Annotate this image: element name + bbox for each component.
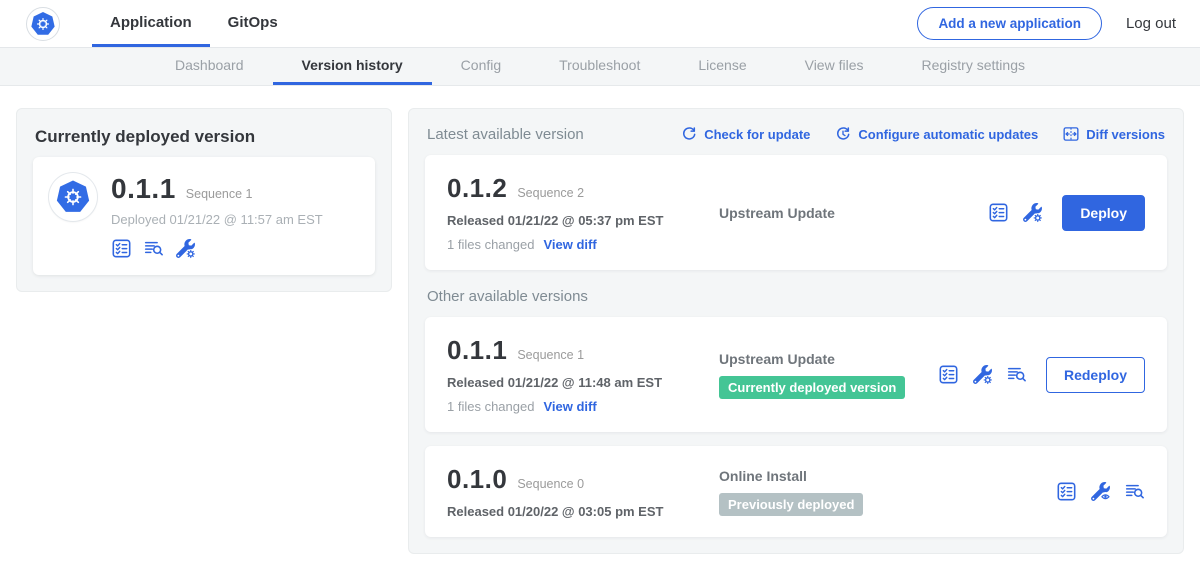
subnav-item-config[interactable]: Config <box>432 48 530 85</box>
configure-automatic-updates-link[interactable]: Configure automatic updates <box>834 125 1038 143</box>
version-source-label: Upstream Update <box>719 205 988 221</box>
panel-actions: Check for update Configure automatic upd… <box>680 125 1165 143</box>
currently-deployed-title: Currently deployed version <box>33 123 375 157</box>
files-changed-label: 1 files changed <box>447 237 534 252</box>
edit-config-icon[interactable] <box>1022 202 1043 223</box>
released-timestamp: Released 01/20/22 @ 03:05 pm EST <box>447 504 709 519</box>
top-tab-gitops[interactable]: GitOps <box>210 0 296 47</box>
main-content: Currently deployed version 0.1.1 Sequenc… <box>0 86 1200 554</box>
kubernetes-logo <box>26 7 60 41</box>
diff-icon <box>1062 125 1080 143</box>
top-tab-application[interactable]: Application <box>92 0 210 47</box>
other-versions-title: Other available versions <box>425 270 1167 317</box>
view-diff-link[interactable]: View diff <box>543 237 596 252</box>
subnav: DashboardVersion historyConfigTroublesho… <box>0 48 1200 86</box>
deployed-sequence-label: Sequence 1 <box>186 187 253 201</box>
subnav-item-registry-settings[interactable]: Registry settings <box>893 48 1054 85</box>
preflight-checks-icon[interactable] <box>111 238 132 259</box>
deployed-version-actions <box>111 238 323 259</box>
sequence-label: Sequence 2 <box>517 186 584 200</box>
currently-deployed-panel: Currently deployed version 0.1.1 Sequenc… <box>16 108 392 292</box>
auto-update-icon <box>834 125 852 143</box>
sequence-label: Sequence 1 <box>517 348 584 362</box>
check-for-update-link[interactable]: Check for update <box>680 125 810 143</box>
version-history-panel: Latest available version Check for updat… <box>408 108 1184 554</box>
preflight-checks-icon[interactable] <box>1056 481 1077 502</box>
add-application-button[interactable]: Add a new application <box>917 7 1102 40</box>
edit-config-icon[interactable] <box>175 238 196 259</box>
version-actions <box>1056 481 1145 502</box>
deploy-button[interactable]: Deploy <box>1062 195 1145 231</box>
version-source-label: Upstream Update <box>719 351 938 367</box>
version-card: 0.1.2 Sequence 2 Released 01/21/22 @ 05:… <box>425 155 1167 270</box>
version-actions: Redeploy <box>938 357 1145 393</box>
view-files-diff-icon[interactable] <box>143 238 164 259</box>
version-card: 0.1.0 Sequence 0 Released 01/20/22 @ 03:… <box>425 446 1167 537</box>
subnav-item-view-files[interactable]: View files <box>776 48 893 85</box>
view-diff-link[interactable]: View diff <box>543 399 596 414</box>
version-number: 0.1.2 <box>447 173 507 204</box>
subnav-item-troubleshoot[interactable]: Troubleshoot <box>530 48 669 85</box>
refresh-icon <box>680 125 698 143</box>
status-badge: Previously deployed <box>719 493 863 516</box>
version-actions: Deploy <box>988 195 1145 231</box>
version-source-label: Online Install <box>719 468 1056 484</box>
subnav-item-dashboard[interactable]: Dashboard <box>146 48 273 85</box>
latest-available-title: Latest available version <box>427 126 584 143</box>
topbar-right: Add a new application Log out <box>917 0 1176 47</box>
released-timestamp: Released 01/21/22 @ 11:48 am EST <box>447 375 709 390</box>
subnav-item-license[interactable]: License <box>669 48 775 85</box>
preflight-checks-icon[interactable] <box>988 202 1009 223</box>
view-files-diff-icon[interactable] <box>1006 364 1027 385</box>
diff-versions-link[interactable]: Diff versions <box>1062 125 1165 143</box>
preflight-checks-icon[interactable] <box>938 364 959 385</box>
deployed-version-number: 0.1.1 <box>111 173 176 205</box>
edit-config-icon[interactable] <box>972 364 993 385</box>
version-card: 0.1.1 Sequence 1 Released 01/21/22 @ 11:… <box>425 317 1167 432</box>
view-files-diff-icon[interactable] <box>1124 481 1145 502</box>
version-number: 0.1.0 <box>447 464 507 495</box>
view-config-icon[interactable] <box>1090 481 1111 502</box>
status-badge: Currently deployed version <box>719 376 905 399</box>
logout-link[interactable]: Log out <box>1126 15 1176 32</box>
app-icon <box>49 173 97 221</box>
released-timestamp: Released 01/21/22 @ 05:37 pm EST <box>447 213 709 228</box>
app-tabs: ApplicationGitOps <box>92 0 296 47</box>
sequence-label: Sequence 0 <box>517 477 584 491</box>
top-navbar: ApplicationGitOps Add a new application … <box>0 0 1200 48</box>
subnav-item-version-history[interactable]: Version history <box>273 48 432 85</box>
version-number: 0.1.1 <box>447 335 507 366</box>
files-changed-label: 1 files changed <box>447 399 534 414</box>
currently-deployed-card: 0.1.1 Sequence 1 Deployed 01/21/22 @ 11:… <box>33 157 375 275</box>
redeploy-button[interactable]: Redeploy <box>1046 357 1145 393</box>
deployed-timestamp: Deployed 01/21/22 @ 11:57 am EST <box>111 212 323 227</box>
